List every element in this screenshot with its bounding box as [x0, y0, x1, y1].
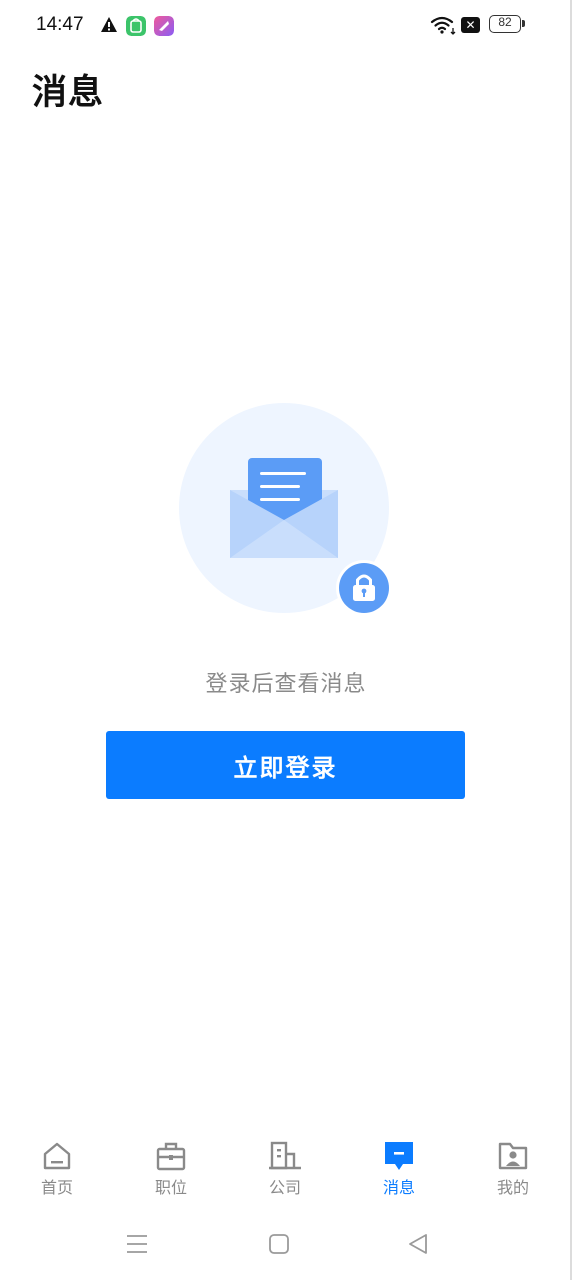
tab-company[interactable]: 公司 [228, 1130, 342, 1210]
status-bar: 14:47 ✕ 82 [0, 0, 570, 52]
battery-level: 82 [498, 15, 512, 29]
bottom-tab-bar: 首页 职位 公司 消息 我的 [0, 1130, 570, 1210]
wifi-icon [430, 16, 456, 35]
login-button[interactable]: 立即登录 [106, 731, 465, 799]
tab-home[interactable]: 首页 [0, 1130, 114, 1210]
briefcase-icon [156, 1142, 186, 1171]
tab-profile-label: 我的 [496, 1178, 529, 1197]
tab-company-label: 公司 [268, 1178, 301, 1197]
tab-jobs-label: 职位 [154, 1178, 187, 1197]
profile-folder-icon [498, 1142, 528, 1170]
warning-icon [101, 17, 117, 32]
back-triangle-icon[interactable] [406, 1232, 430, 1256]
tab-messages[interactable]: 消息 [342, 1130, 456, 1210]
login-hint-text: 登录后查看消息 [205, 672, 367, 697]
tab-home-label: 首页 [40, 1178, 73, 1197]
status-time: 14:47 [36, 14, 84, 35]
page-title: 消息 [32, 73, 105, 113]
tab-messages-label: 消息 [382, 1178, 415, 1197]
app-notification-icon [126, 16, 146, 36]
home-icon [43, 1142, 71, 1170]
tab-jobs[interactable]: 职位 [114, 1130, 228, 1210]
building-icon [269, 1141, 301, 1170]
locked-envelope-icon [179, 403, 392, 616]
app-notification-icon [154, 16, 174, 36]
menu-icon[interactable] [125, 1232, 149, 1256]
battery-icon: 82 [489, 15, 525, 33]
home-square-icon[interactable] [267, 1232, 291, 1256]
sim-x-icon: ✕ [461, 17, 480, 33]
system-nav-bar [0, 1220, 570, 1270]
tab-profile[interactable]: 我的 [456, 1130, 570, 1210]
message-icon [385, 1142, 413, 1170]
